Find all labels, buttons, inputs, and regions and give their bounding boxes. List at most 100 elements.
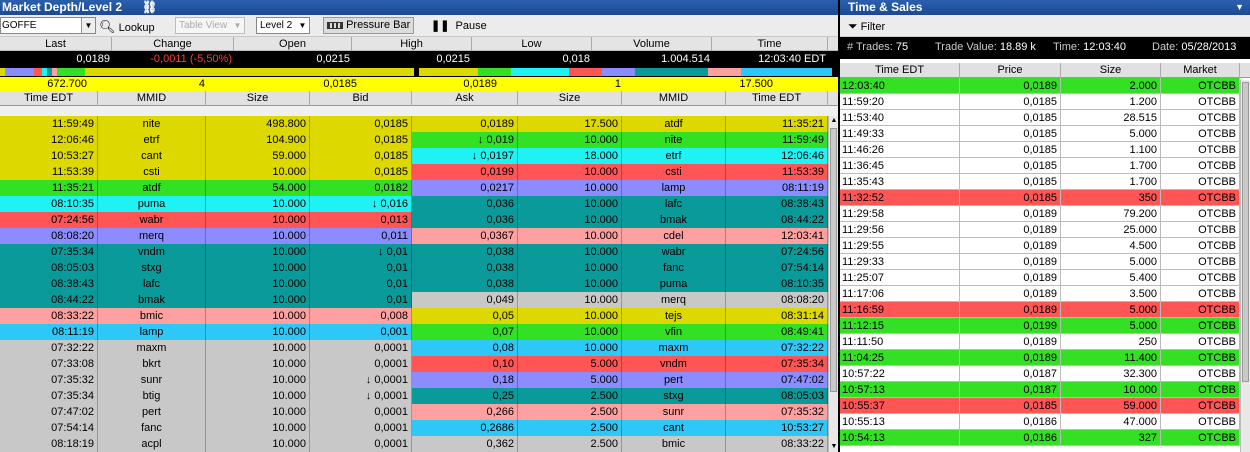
ts-trade-row[interactable]: 11:32:52 0,0185 350 OTCBB: [840, 190, 1240, 206]
ts-trade-row[interactable]: 10:55:13 0,0186 47.000 OTCBB: [840, 414, 1240, 430]
column-header[interactable]: Size: [518, 91, 622, 106]
column-header[interactable]: Size: [206, 91, 310, 106]
bar-icon: [327, 21, 343, 29]
ts-scrollbar[interactable]: [1240, 80, 1250, 452]
column-header[interactable]: Ask: [412, 91, 518, 106]
bid-time: 07:32:22: [0, 340, 98, 356]
pressure-segment: [741, 68, 832, 76]
ts-price: 0,0189: [960, 286, 1061, 302]
ts-trade-row[interactable]: 12:03:40 0,0189 2.000 OTCBB: [840, 78, 1240, 94]
book-row[interactable]: 07:24:56 wabr 10.000 0,013 0,036 10.000 bmak 08…: [0, 212, 828, 228]
ts-trade-row[interactable]: 11:29:58 0,0189 79.200 OTCBB: [840, 206, 1240, 222]
chevron-down-icon: ▼: [233, 21, 242, 30]
pause-icon: ❚❚: [431, 20, 450, 32]
ts-trade-row[interactable]: 11:25:07 0,0189 5.400 OTCBB: [840, 270, 1240, 286]
ts-column-header[interactable]: Size: [1061, 63, 1161, 78]
book-row[interactable]: 07:32:22 maxm 10.000 0,0001 0,08 10.000 maxm 07…: [0, 340, 828, 356]
book-row[interactable]: 08:10:35 puma 10.000 ↓ 0,016 0,036 10.000 lafc…: [0, 196, 828, 212]
chevron-down-icon[interactable]: ▼: [296, 18, 309, 33]
ts-trade-row[interactable]: 11:36:45 0,0185 1.700 OTCBB: [840, 158, 1240, 174]
filter-button[interactable]: ⏷ Filter: [848, 19, 885, 34]
ts-column-header[interactable]: Price: [960, 63, 1061, 78]
ts-trade-row[interactable]: 11:16:59 0,0189 5.000 OTCBB: [840, 302, 1240, 318]
collapse-icon[interactable]: ▼: [1235, 0, 1244, 15]
time-sales-title-bar[interactable]: Time & Sales ▼: [840, 0, 1250, 15]
book-row[interactable]: 07:35:32 sunr 10.000 ↓ 0,0001 0,18 5.000 pert 0…: [0, 372, 828, 388]
ts-time: 10:57:22: [840, 366, 960, 382]
filter-bar: ⏷ Filter: [840, 15, 1250, 37]
ts-trade-row[interactable]: 10:54:13 0,0186 327 OTCBB: [840, 430, 1240, 446]
ts-trade-list: 12:03:40 0,0189 2.000 OTCBB 11:59:20 0,0185 1.…: [840, 78, 1250, 446]
column-header[interactable]: Time EDT: [726, 91, 828, 106]
ts-trade-row[interactable]: 11:49:33 0,0185 5.000 OTCBB: [840, 126, 1240, 142]
symbol-input[interactable]: GOFFE ▼: [0, 17, 96, 34]
book-row[interactable]: 08:08:20 merq 10.000 0,011 0,0367 10.000 cdel 1…: [0, 228, 828, 244]
ask-time: 07:35:32: [726, 404, 828, 420]
column-header[interactable]: MMID: [98, 91, 206, 106]
ts-column-header[interactable]: Time EDT: [840, 63, 960, 78]
ts-column-header[interactable]: Market: [1161, 63, 1240, 78]
scroll-down-icon[interactable]: ▼: [829, 442, 838, 452]
link-icon[interactable]: ⛓: [142, 0, 157, 15]
ts-price: 0,0189: [960, 78, 1061, 94]
scroll-thumb[interactable]: [1242, 82, 1249, 382]
ts-trade-row[interactable]: 11:04:25 0,0189 11.400 OTCBB: [840, 350, 1240, 366]
ask-mmid: lafc: [622, 196, 726, 212]
ask-time: 10:53:27: [726, 420, 828, 436]
lookup-button[interactable]: 🔍︎ Lookup: [99, 19, 155, 34]
book-row[interactable]: 12:06:46 etrf 104.900 0,0185 ↓ 0,019 10.000 ni…: [0, 132, 828, 148]
ts-trade-row[interactable]: 10:57:13 0,0187 10.000 OTCBB: [840, 382, 1240, 398]
book-row[interactable]: 07:33:08 bkrt 10.000 0,0001 0,10 5.000 vndm 07:…: [0, 356, 828, 372]
ts-trade-row[interactable]: 11:29:55 0,0189 4.500 OTCBB: [840, 238, 1240, 254]
ts-trade-row[interactable]: 11:35:43 0,0185 1.700 OTCBB: [840, 174, 1240, 190]
ts-trade-row[interactable]: 11:11:50 0,0189 250 OTCBB: [840, 334, 1240, 350]
ts-trade-row[interactable]: 11:29:33 0,0189 5.000 OTCBB: [840, 254, 1240, 270]
ts-trade-row[interactable]: 11:59:20 0,0185 1.200 OTCBB: [840, 94, 1240, 110]
ask-size: 10.000: [518, 244, 622, 260]
book-scrollbar[interactable]: ▲ ▼: [828, 116, 838, 452]
pressure-bar-toggle[interactable]: Pressure Bar: [323, 17, 415, 34]
quote-header-last: Last: [0, 37, 112, 51]
book-row[interactable]: 07:47:02 pert 10.000 0,0001 0,266 2.500 sunr 07…: [0, 404, 828, 420]
book-row[interactable]: 10:53:27 cant 59.000 0,0185 ↓ 0,0197 18.000 et…: [0, 148, 828, 164]
ts-time: 11:46:26: [840, 142, 960, 158]
bid-time: 08:18:19: [0, 436, 98, 452]
book-row[interactable]: 08:11:19 lamp 10.000 0,001 0,07 10.000 vfin 08:…: [0, 324, 828, 340]
column-header[interactable]: Bid: [310, 91, 412, 106]
ask-price: ↓ 0,019: [412, 132, 518, 148]
bid-size: 10.000: [206, 244, 310, 260]
ts-trade-row[interactable]: 10:57:22 0,0187 32.300 OTCBB: [840, 366, 1240, 382]
pause-button[interactable]: ❚❚ Pause: [431, 19, 487, 34]
book-row[interactable]: 08:38:43 lafc 10.000 0,01 0,038 10.000 puma 08:…: [0, 276, 828, 292]
book-row[interactable]: 11:53:39 csti 10.000 0,0185 0,0199 10.000 csti…: [0, 164, 828, 180]
ask-size: 5.000: [518, 372, 622, 388]
book-row[interactable]: 07:35:34 vndm 10.000 ↓ 0,01 0,038 10.000 wabr 0…: [0, 244, 828, 260]
ask-price: 0,05: [412, 308, 518, 324]
book-row[interactable]: 08:33:22 bmic 10.000 0,008 0,05 10.000 tejs 08:…: [0, 308, 828, 324]
book-row[interactable]: 07:54:14 fanc 10.000 0,0001 0,2686 2.500 cant 1…: [0, 420, 828, 436]
ts-trade-row[interactable]: 11:29:56 0,0189 25.000 OTCBB: [840, 222, 1240, 238]
level2-title-bar[interactable]: Market Depth/Level 2 ⛓: [0, 0, 838, 15]
book-row[interactable]: 08:18:19 acpl 10.000 0,0001 0,362 2.500 bmic 08…: [0, 436, 828, 452]
level-select[interactable]: Level 2 ▼: [256, 17, 310, 34]
book-row[interactable]: 11:59:49 nite 498.800 0,0185 0,0189 17.500 atd…: [0, 116, 828, 132]
scroll-thumb[interactable]: [830, 128, 837, 392]
quote-value-low: 0,018: [562, 53, 590, 65]
book-row[interactable]: 11:35:21 atdf 54.000 0,0182 0,0217 10.000 lamp…: [0, 180, 828, 196]
book-row[interactable]: 08:44:22 bmak 10.000 0,01 0,049 10.000 merq 08:…: [0, 292, 828, 308]
ts-time: 11:04:25: [840, 350, 960, 366]
bid-mmid: wabr: [98, 212, 206, 228]
book-row[interactable]: 08:05:03 stxg 10.000 0,01 0,038 10.000 fanc 07:…: [0, 260, 828, 276]
scroll-up-icon[interactable]: ▲: [829, 116, 838, 126]
summary-cell: 17.500: [739, 78, 773, 90]
bid-size: 10.000: [206, 372, 310, 388]
book-row[interactable]: 07:35:34 btig 10.000 ↓ 0,0001 0,25 2.500 stxg 0…: [0, 388, 828, 404]
ts-trade-row[interactable]: 11:12:15 0,0199 5.000 OTCBB: [840, 318, 1240, 334]
chevron-down-icon[interactable]: ▼: [81, 18, 95, 33]
ts-trade-row[interactable]: 11:17:06 0,0189 3.500 OTCBB: [840, 286, 1240, 302]
ts-trade-row[interactable]: 11:53:40 0,0185 28.515 OTCBB: [840, 110, 1240, 126]
ts-trade-row[interactable]: 10:55:37 0,0185 59.000 OTCBB: [840, 398, 1240, 414]
ts-trade-row[interactable]: 11:46:26 0,0185 1.100 OTCBB: [840, 142, 1240, 158]
column-header[interactable]: Time EDT: [0, 91, 98, 106]
column-header[interactable]: MMID: [622, 91, 726, 106]
